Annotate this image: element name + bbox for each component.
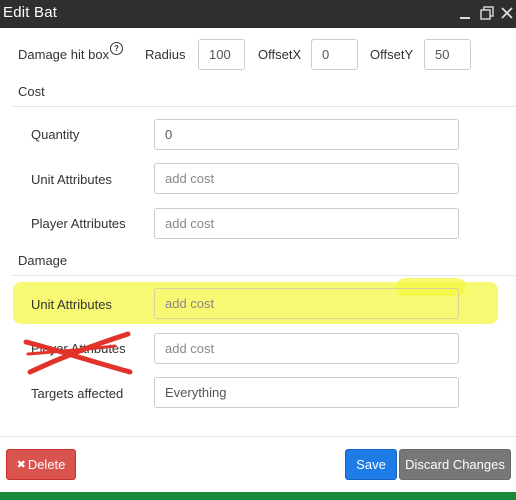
bottom-background-strip: [0, 492, 516, 500]
targets-affected-select[interactable]: Everything: [154, 377, 459, 408]
cost-player-attributes-placeholder: add cost: [165, 216, 215, 231]
help-icon[interactable]: ?: [110, 42, 123, 55]
title-bar: Edit Bat: [0, 0, 516, 28]
damage-unit-attributes-placeholder: add cost: [165, 296, 215, 311]
close-icon: ✖: [16, 459, 26, 471]
delete-button[interactable]: ✖ Delete: [6, 449, 76, 480]
window-title: Edit Bat: [3, 4, 58, 21]
cost-quantity-input[interactable]: 0: [154, 119, 459, 150]
damage-player-attributes-input[interactable]: add cost: [154, 333, 459, 364]
damage-player-attributes-placeholder: add cost: [165, 341, 215, 356]
maximize-icon[interactable]: [480, 6, 494, 20]
targets-affected-label: Targets affected: [31, 386, 124, 401]
cost-unit-attributes-input[interactable]: add cost: [154, 163, 459, 194]
delete-button-label: Delete: [27, 457, 66, 472]
footer-divider: [0, 436, 516, 437]
damage-divider: [12, 275, 515, 276]
cost-divider: [12, 106, 515, 107]
targets-affected-value: Everything: [165, 385, 227, 400]
offsety-input[interactable]: 50: [424, 39, 471, 70]
radius-label: Radius: [145, 47, 186, 62]
save-button-label: Save: [356, 457, 386, 472]
cost-heading: Cost: [18, 84, 45, 99]
minimize-icon[interactable]: [458, 6, 472, 20]
offsetx-input[interactable]: 0: [311, 39, 358, 70]
close-icon[interactable]: [500, 6, 514, 20]
damage-hit-box-label: Damage hit box: [18, 47, 110, 62]
cost-quantity-label: Quantity: [31, 127, 80, 142]
cost-quantity-value: 0: [165, 127, 173, 142]
discard-changes-button[interactable]: Discard Changes: [399, 449, 511, 480]
damage-unit-attributes-label: Unit Attributes: [31, 297, 112, 312]
cost-player-attributes-label: Player Attributes: [31, 216, 126, 231]
radius-value: 100: [209, 47, 231, 62]
offsetx-value: 0: [322, 47, 330, 62]
offsetx-label: OffsetX: [258, 47, 302, 62]
cost-unit-attributes-placeholder: add cost: [165, 171, 215, 186]
offsety-label: OffsetY: [370, 47, 414, 62]
cost-player-attributes-input[interactable]: add cost: [154, 208, 459, 239]
damage-unit-attributes-input[interactable]: add cost: [154, 288, 459, 319]
save-button[interactable]: Save: [345, 449, 397, 480]
cost-unit-attributes-label: Unit Attributes: [31, 172, 112, 187]
red-cross-out-annotation: [23, 331, 133, 375]
damage-heading: Damage: [18, 253, 68, 268]
offsety-value: 50: [435, 47, 450, 62]
discard-changes-button-label: Discard Changes: [405, 457, 505, 472]
radius-input[interactable]: 100: [198, 39, 245, 70]
